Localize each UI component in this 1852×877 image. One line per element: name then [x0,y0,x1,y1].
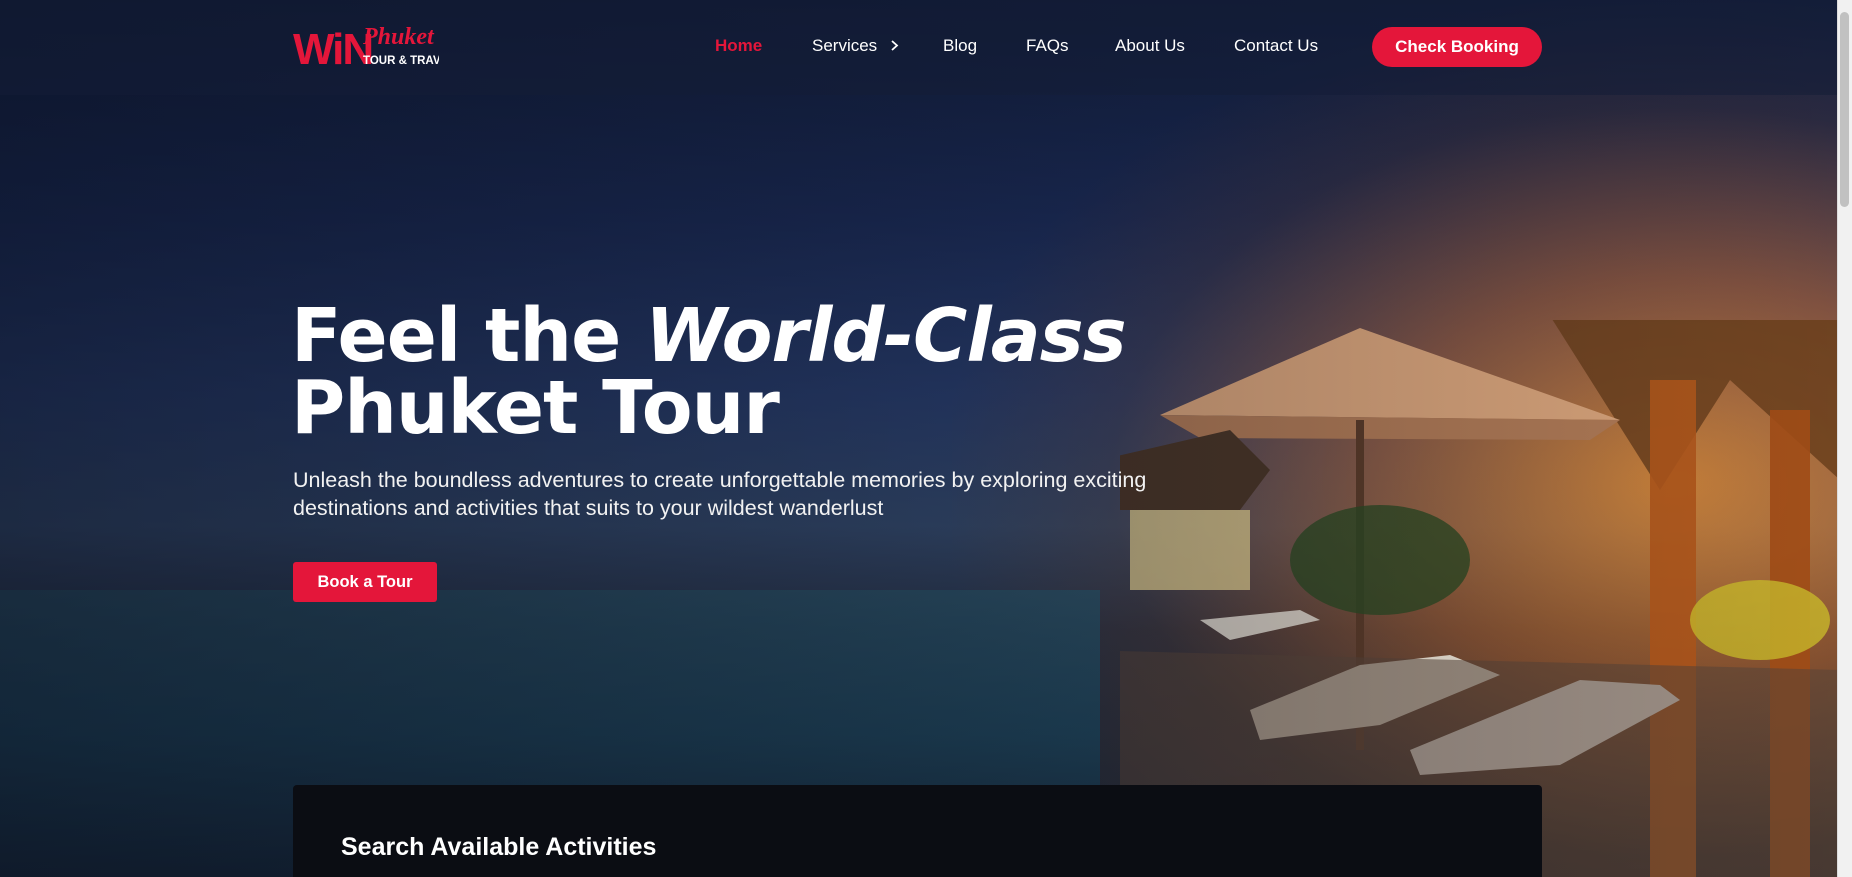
check-booking-button[interactable]: Check Booking [1372,27,1542,67]
hero-subtitle: Unleash the boundless adventures to crea… [293,468,1147,520]
nav-contact-us[interactable]: Contact Us [1234,36,1318,56]
search-panel-title: Search Available Activities [341,833,657,861]
hero-title: Feel the World-Class Phuket Tour [291,299,1127,445]
winphuket-logo[interactable]: WiN Phuket TOUR & TRAVEL [293,24,455,74]
nav-faqs[interactable]: FAQs [1026,36,1069,56]
nav-services-label: Services [812,36,878,55]
chevron-right-icon [890,37,899,57]
logo-script-text: Phuket [362,24,435,50]
top-navbar: WiN Phuket TOUR & TRAVEL Home Services B… [0,0,1837,95]
search-activities-panel: Search Available Activities [293,785,1542,877]
page-scrollbar[interactable] [1837,0,1852,877]
logo-sub-text: TOUR & TRAVEL [363,55,439,67]
nav-about-us[interactable]: About Us [1115,36,1185,56]
logo-main-text: WiN [293,25,372,70]
scrollbar-thumb[interactable] [1840,12,1849,207]
nav-home[interactable]: Home [715,36,762,56]
book-a-tour-button[interactable]: Book a Tour [293,562,437,602]
nav-services[interactable]: Services [812,36,899,57]
hero-title-line2: Phuket Tour [291,365,780,451]
nav-blog[interactable]: Blog [943,36,977,56]
